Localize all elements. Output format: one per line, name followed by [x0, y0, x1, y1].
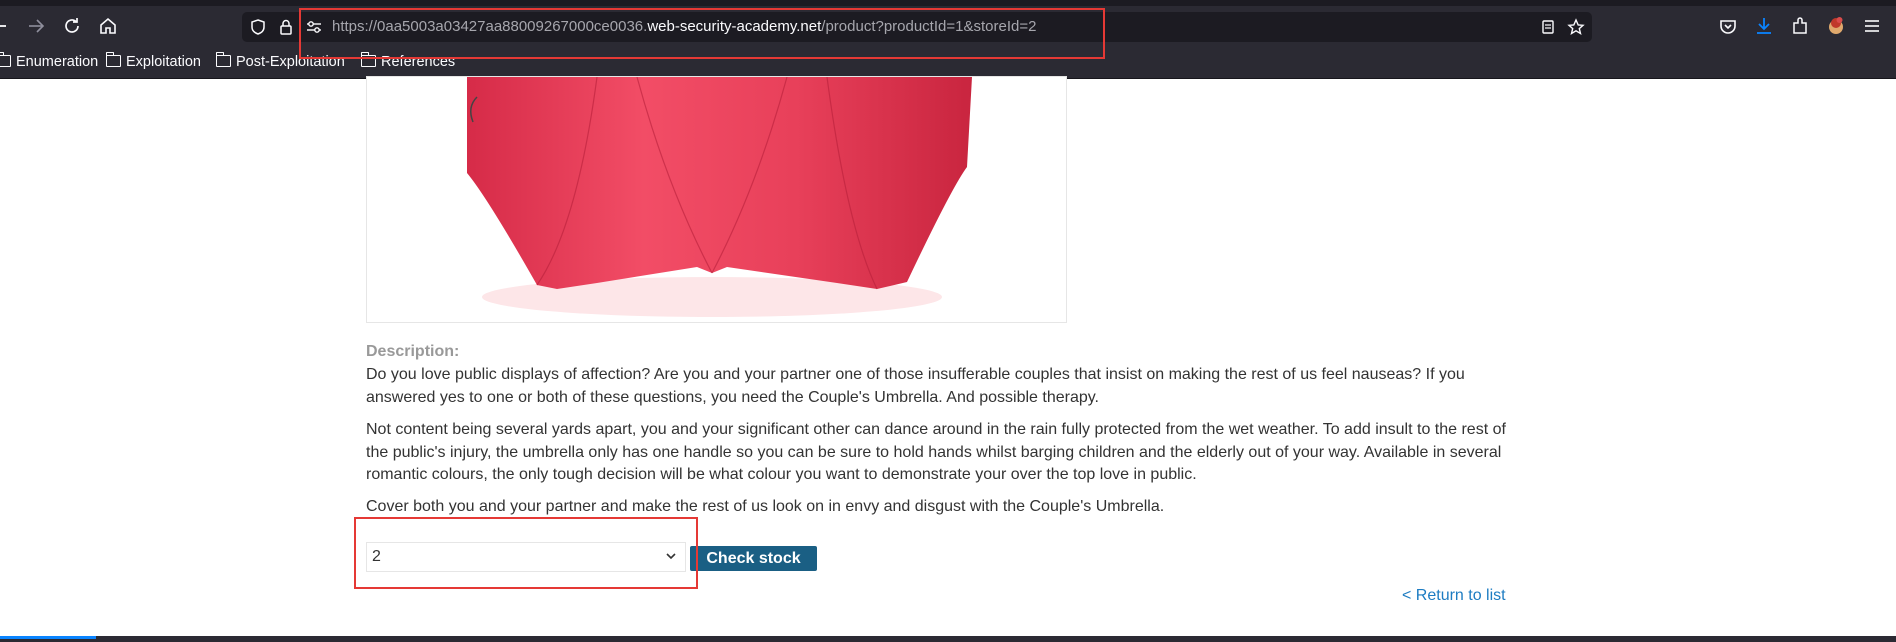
menu-icon[interactable]: [1860, 14, 1884, 38]
check-stock-button[interactable]: Check stock: [690, 546, 817, 571]
pocket-icon[interactable]: [1716, 14, 1740, 38]
description-paragraph-1: Do you love public displays of affection…: [366, 366, 1465, 406]
reader-view-icon[interactable]: [1538, 17, 1558, 37]
home-icon[interactable]: [96, 14, 120, 38]
description-paragraph-2: Not content being several yards apart, y…: [366, 421, 1506, 483]
tab-strip: [0, 0, 1896, 6]
description-label: Description:: [366, 343, 460, 360]
tracking-shield-icon[interactable]: [248, 17, 268, 37]
bookmark-label: Enumeration: [16, 54, 99, 70]
forward-icon[interactable]: [24, 14, 48, 38]
description-paragraph-3: Cover both you and your partner and make…: [366, 498, 1165, 515]
lock-icon[interactable]: [276, 17, 296, 37]
bookmark-exploitation[interactable]: Exploitation: [105, 52, 201, 72]
account-icon[interactable]: [1824, 14, 1848, 38]
extensions-icon[interactable]: [1788, 14, 1812, 38]
product-image: [366, 76, 1067, 323]
return-to-list-link[interactable]: < Return to list: [1402, 587, 1506, 605]
select-highlight-box: [354, 517, 698, 589]
bookmark-enumeration[interactable]: Enumeration: [0, 52, 98, 72]
status-strip: [0, 636, 1896, 642]
bookmark-star-icon[interactable]: [1566, 17, 1586, 37]
bookmark-label: Exploitation: [126, 54, 201, 70]
downloads-icon[interactable]: [1752, 14, 1776, 38]
active-indicator: [0, 636, 96, 639]
folder-icon: [105, 52, 121, 67]
umbrella-image: [467, 77, 972, 317]
back-icon[interactable]: [0, 14, 16, 38]
url-highlight-box: [299, 8, 1105, 59]
folder-icon: [0, 52, 11, 67]
reload-icon[interactable]: [60, 14, 84, 38]
folder-icon: [215, 52, 231, 67]
